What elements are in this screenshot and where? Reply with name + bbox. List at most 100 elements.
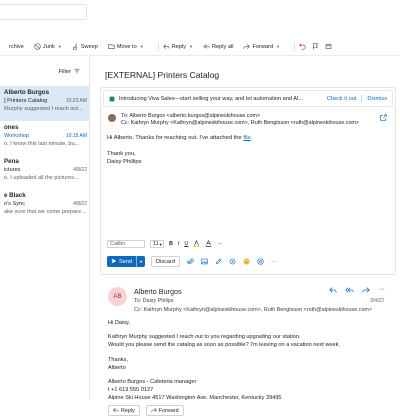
archive-icon	[0, 43, 7, 50]
forward-icon[interactable]	[362, 286, 370, 296]
bold-button[interactable]: B	[169, 241, 173, 247]
reply-all-label: Reply all	[211, 43, 234, 50]
search-box[interactable]	[0, 4, 87, 20]
move-to-button[interactable]: Move to ▼	[108, 43, 144, 50]
avatar: AB	[108, 287, 127, 306]
command-toolbar: rchive Junk ▼ Sweep Move to ▼ Reply ▼ Re…	[0, 38, 400, 56]
preview: o, I know this last minute, bu...	[4, 141, 80, 147]
archive-label: rchive	[9, 43, 24, 50]
chevron-down-icon: ▼	[139, 44, 144, 49]
draft-body[interactable]: Hi Alberto, Thanks for reaching out. I'v…	[107, 134, 252, 166]
more-icon[interactable]: ···	[270, 258, 278, 266]
designer-icon[interactable]	[256, 258, 264, 266]
font-select[interactable]: Calibri	[107, 240, 145, 248]
more-actions-button[interactable]	[325, 43, 332, 50]
pop-out-icon[interactable]	[380, 114, 387, 123]
sender-name[interactable]: Alberto Burgos	[134, 287, 182, 296]
check-it-out-link[interactable]: Check it out	[327, 96, 357, 102]
avatar	[108, 114, 116, 122]
archive-button[interactable]: rchive	[0, 43, 24, 50]
list-item[interactable]: ones Workshop 10:15 AM o, I know this las…	[0, 121, 89, 155]
draft-body-text: Hi Alberto, Thanks for reaching out. I'v…	[107, 135, 244, 141]
forward-icon	[151, 407, 157, 415]
list-item[interactable]: e Black o's Sync 4/8/22 ake sure that we …	[0, 189, 89, 223]
sweep-label: Sweep	[80, 43, 98, 50]
forward-icon	[243, 43, 251, 50]
sender: e Black	[4, 192, 26, 199]
chevron-down-icon[interactable]: ▼	[136, 256, 145, 267]
reply-all-button[interactable]: Reply all	[203, 43, 233, 50]
cc-line[interactable]: Cc: Kathryn Murphy <Kathryn@alpineskihou…	[121, 120, 359, 126]
preview: Murphy suggested I reach out...	[4, 106, 83, 112]
sender: ones	[4, 124, 19, 131]
list-header: Filter	[0, 56, 89, 86]
reply-all-icon	[203, 43, 210, 50]
draft-signature: Daisy Phillips	[107, 159, 142, 165]
closing-name: Alberto	[108, 364, 126, 371]
reply-button[interactable]: Reply ▼	[162, 43, 193, 50]
signature-line: Alpine Ski House 4517 Washington Ave. Ma…	[108, 395, 282, 402]
sweep-button[interactable]: Sweep	[72, 43, 98, 50]
format-toolbar: Calibri 11 ▼ B I U ···	[107, 238, 389, 250]
to-line: To: Daisy Philips	[134, 298, 174, 304]
body-line: Would you please send the catalog as soo…	[108, 342, 341, 349]
sender: Alberto Burgos	[4, 89, 50, 96]
folder-move-icon	[108, 43, 115, 50]
underline-button[interactable]: U	[184, 241, 188, 247]
image-icon[interactable]	[200, 258, 208, 266]
filter-icon	[74, 68, 80, 76]
dismiss-link[interactable]: Dismiss	[367, 96, 387, 102]
reply-compose-card: Introducing Viva Sales—start selling you…	[100, 87, 396, 275]
junk-icon	[34, 43, 41, 50]
body-line: Kathryn Murphy suggested I reach out to …	[108, 334, 301, 341]
junk-button[interactable]: Junk ▼	[34, 43, 62, 50]
flag-button[interactable]	[312, 43, 319, 50]
list-item[interactable]: Pena ictures 4/8/22 o, I uploaded all the…	[0, 155, 89, 189]
undo-button[interactable]	[299, 43, 306, 50]
pen-icon[interactable]	[214, 258, 222, 266]
list-item[interactable]: Alberto Burgos ] Printers Catalog 10:23 A…	[0, 86, 89, 121]
forward-button[interactable]: Forward ▼	[243, 43, 280, 50]
draft-recipients: To: Alberto Burgos <alberto.burgos@alpin…	[105, 111, 393, 129]
font-size-select[interactable]: 11 ▼	[150, 240, 164, 248]
message-actions: ···	[329, 286, 385, 296]
more-icon[interactable]: ···	[378, 286, 385, 296]
chevron-down-icon: ▼	[158, 241, 163, 247]
send-button[interactable]: Send ▼	[107, 256, 146, 267]
font-color-icon[interactable]	[205, 239, 212, 249]
reply-all-icon[interactable]	[345, 286, 354, 296]
banner-divider	[361, 95, 363, 102]
flag-icon	[312, 43, 319, 50]
send-icon	[111, 258, 117, 266]
subject: Workshop	[4, 133, 30, 139]
discard-button[interactable]: Discard	[151, 256, 181, 267]
reply-icon[interactable]	[329, 286, 337, 296]
undo-icon	[299, 43, 306, 50]
banner-text: Introducing Viva Sales—start selling you…	[119, 95, 304, 102]
reply-label: Reply	[121, 407, 135, 414]
file-link[interactable]: file	[243, 135, 250, 141]
highlight-icon[interactable]	[193, 239, 200, 249]
filter-button[interactable]: Filter	[59, 68, 80, 76]
send-label: Send	[119, 258, 133, 265]
font-value: Calibri	[110, 241, 126, 247]
viva-sales-icon	[109, 96, 115, 102]
to-line[interactable]: To: Alberto Burgos <alberto.burgos@alpin…	[121, 113, 260, 119]
loop-icon[interactable]	[228, 258, 236, 266]
move-to-label: Move to	[116, 43, 137, 50]
emoji-icon[interactable]	[242, 258, 250, 266]
forward-button[interactable]: Forward	[145, 405, 184, 416]
viva-sales-banner: Introducing Viva Sales—start selling you…	[103, 90, 393, 107]
more-format-icon[interactable]: ···	[217, 241, 222, 247]
italic-button[interactable]: I	[178, 241, 180, 247]
message-subject: [EXTERNAL] Printers Catalog	[105, 70, 220, 80]
greeting: Hi Daisy,	[108, 320, 130, 326]
filter-label: Filter	[58, 69, 71, 75]
toolbar-divider	[157, 42, 159, 51]
attach-icon[interactable]	[186, 258, 194, 266]
cc-line: Cc: Kathryn Murphy <Kathryn@alpineskihou…	[134, 307, 373, 313]
reply-button[interactable]: Reply	[108, 405, 140, 416]
signature-line: Alberto Burgos - Cafeteria manager	[108, 379, 197, 386]
draft-body-end: .	[250, 135, 253, 141]
chevron-down-icon: ▼	[57, 44, 62, 49]
